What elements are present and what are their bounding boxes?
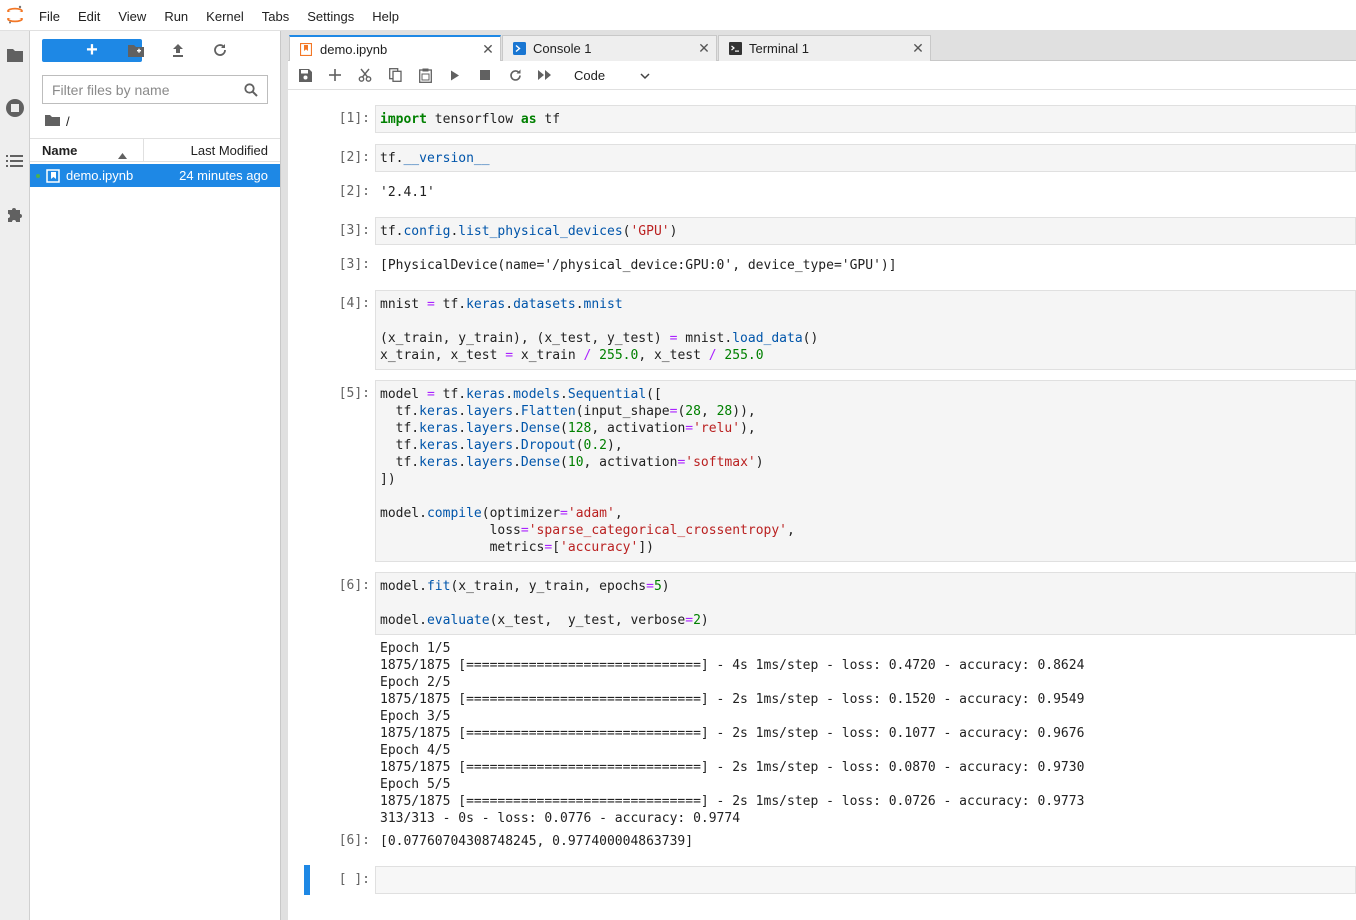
code-cell-input[interactable]: import tensorflow as tf xyxy=(375,105,1356,133)
menu-file[interactable]: File xyxy=(30,0,69,31)
code-cell-input[interactable]: tf.config.list_physical_devices('GPU') xyxy=(375,217,1356,245)
input-prompt: [4]: xyxy=(338,296,370,311)
file-filter-field[interactable] xyxy=(42,75,268,104)
save-icon[interactable] xyxy=(290,63,320,87)
cell-type-select[interactable]: Code xyxy=(566,64,656,86)
close-icon[interactable]: ✕ xyxy=(476,41,500,58)
folder-icon[interactable] xyxy=(4,44,26,66)
notebook-toolbar: Code xyxy=(288,61,1356,90)
activity-bar xyxy=(0,31,30,920)
copy-icon[interactable] xyxy=(380,63,410,87)
menu-tabs[interactable]: Tabs xyxy=(253,0,298,31)
input-prompt: [2]: xyxy=(338,150,370,165)
notebook-icon xyxy=(46,168,60,183)
menu-view[interactable]: View xyxy=(109,0,155,31)
column-name-header[interactable]: Name xyxy=(30,139,144,161)
breadcrumb: / xyxy=(45,112,70,130)
code-cell-input[interactable]: tf.__version__ xyxy=(375,144,1356,172)
sort-ascending-icon xyxy=(118,147,127,162)
home-folder-icon[interactable] xyxy=(45,114,60,129)
close-icon[interactable]: ✕ xyxy=(906,40,930,57)
code-cell-input[interactable] xyxy=(375,866,1356,894)
chevron-down-icon xyxy=(640,69,650,84)
jupyter-logo-icon xyxy=(0,0,30,31)
cell-output: [PhysicalDevice(name='/physical_device:G… xyxy=(380,258,897,273)
output-prompt: [2]: xyxy=(338,184,370,199)
cell-stream-output: Epoch 1/5 1875/1875 [===================… xyxy=(380,641,1085,826)
tab-bar: demo.ipynb ✕ Console 1 ✕ Terminal 1 ✕ xyxy=(288,31,1356,62)
file-list-header: Name Last Modified xyxy=(30,138,280,162)
tab-demo-notebook[interactable]: demo.ipynb ✕ xyxy=(289,35,501,62)
input-prompt: [6]: xyxy=(338,578,370,593)
file-list-item[interactable]: demo.ipynb 24 minutes ago xyxy=(30,164,280,187)
toc-icon[interactable] xyxy=(4,150,26,172)
column-modified-header[interactable]: Last Modified xyxy=(144,139,280,161)
output-prompt: [3]: xyxy=(338,257,370,272)
input-prompt: [5]: xyxy=(338,386,370,401)
tab-terminal[interactable]: Terminal 1 ✕ xyxy=(718,35,931,61)
menu-settings[interactable]: Settings xyxy=(298,0,363,31)
input-prompt: [ ]: xyxy=(338,872,370,887)
input-prompt: [3]: xyxy=(338,223,370,238)
file-browser: + / Name Last Modified xyxy=(30,31,280,920)
menu-bar: File Edit View Run Kernel Tabs Settings … xyxy=(0,0,1356,31)
tab-console[interactable]: Console 1 ✕ xyxy=(502,35,717,61)
file-name: demo.ipynb xyxy=(66,168,134,183)
menu-edit[interactable]: Edit xyxy=(69,0,109,31)
upload-icon[interactable] xyxy=(169,41,187,59)
file-browser-toolbar: + xyxy=(30,31,280,69)
running-icon[interactable] xyxy=(4,97,26,119)
cell-output: '2.4.1' xyxy=(380,185,435,200)
code-cell-input[interactable]: model.fit(x_train, y_train, epochs=5) mo… xyxy=(375,572,1356,635)
notebook-icon xyxy=(298,42,314,58)
search-icon xyxy=(239,76,263,103)
file-modified: 24 minutes ago xyxy=(179,168,268,183)
menu-kernel[interactable]: Kernel xyxy=(197,0,253,31)
add-cell-icon[interactable] xyxy=(320,63,350,87)
refresh-icon[interactable] xyxy=(211,41,229,59)
stop-icon[interactable] xyxy=(470,63,500,87)
restart-icon[interactable] xyxy=(500,63,530,87)
file-filter-input[interactable] xyxy=(43,76,239,103)
console-icon xyxy=(511,41,527,57)
code-cell-input[interactable]: mnist = tf.keras.datasets.mnist (x_train… xyxy=(375,290,1356,370)
menu-help[interactable]: Help xyxy=(363,0,408,31)
running-indicator-icon xyxy=(36,173,40,178)
output-prompt: [6]: xyxy=(338,833,370,848)
notebook-panel: [1]: import tensorflow as tf [2]: tf.__v… xyxy=(288,90,1356,920)
close-icon[interactable]: ✕ xyxy=(692,40,716,57)
run-icon[interactable] xyxy=(440,63,470,87)
cut-icon[interactable] xyxy=(350,63,380,87)
panel-splitter[interactable] xyxy=(280,31,288,920)
input-prompt: [1]: xyxy=(338,111,370,126)
menu-run[interactable]: Run xyxy=(155,0,197,31)
cell-output: [0.07760704308748245, 0.977400004863739] xyxy=(380,834,694,849)
extension-icon[interactable] xyxy=(4,203,26,225)
terminal-icon xyxy=(727,41,743,57)
breadcrumb-root[interactable]: / xyxy=(66,114,70,129)
fast-forward-icon[interactable] xyxy=(530,63,560,87)
code-cell-input[interactable]: model = tf.keras.models.Sequential([ tf.… xyxy=(375,380,1356,562)
paste-icon[interactable] xyxy=(410,63,440,87)
new-folder-icon[interactable] xyxy=(127,41,145,59)
